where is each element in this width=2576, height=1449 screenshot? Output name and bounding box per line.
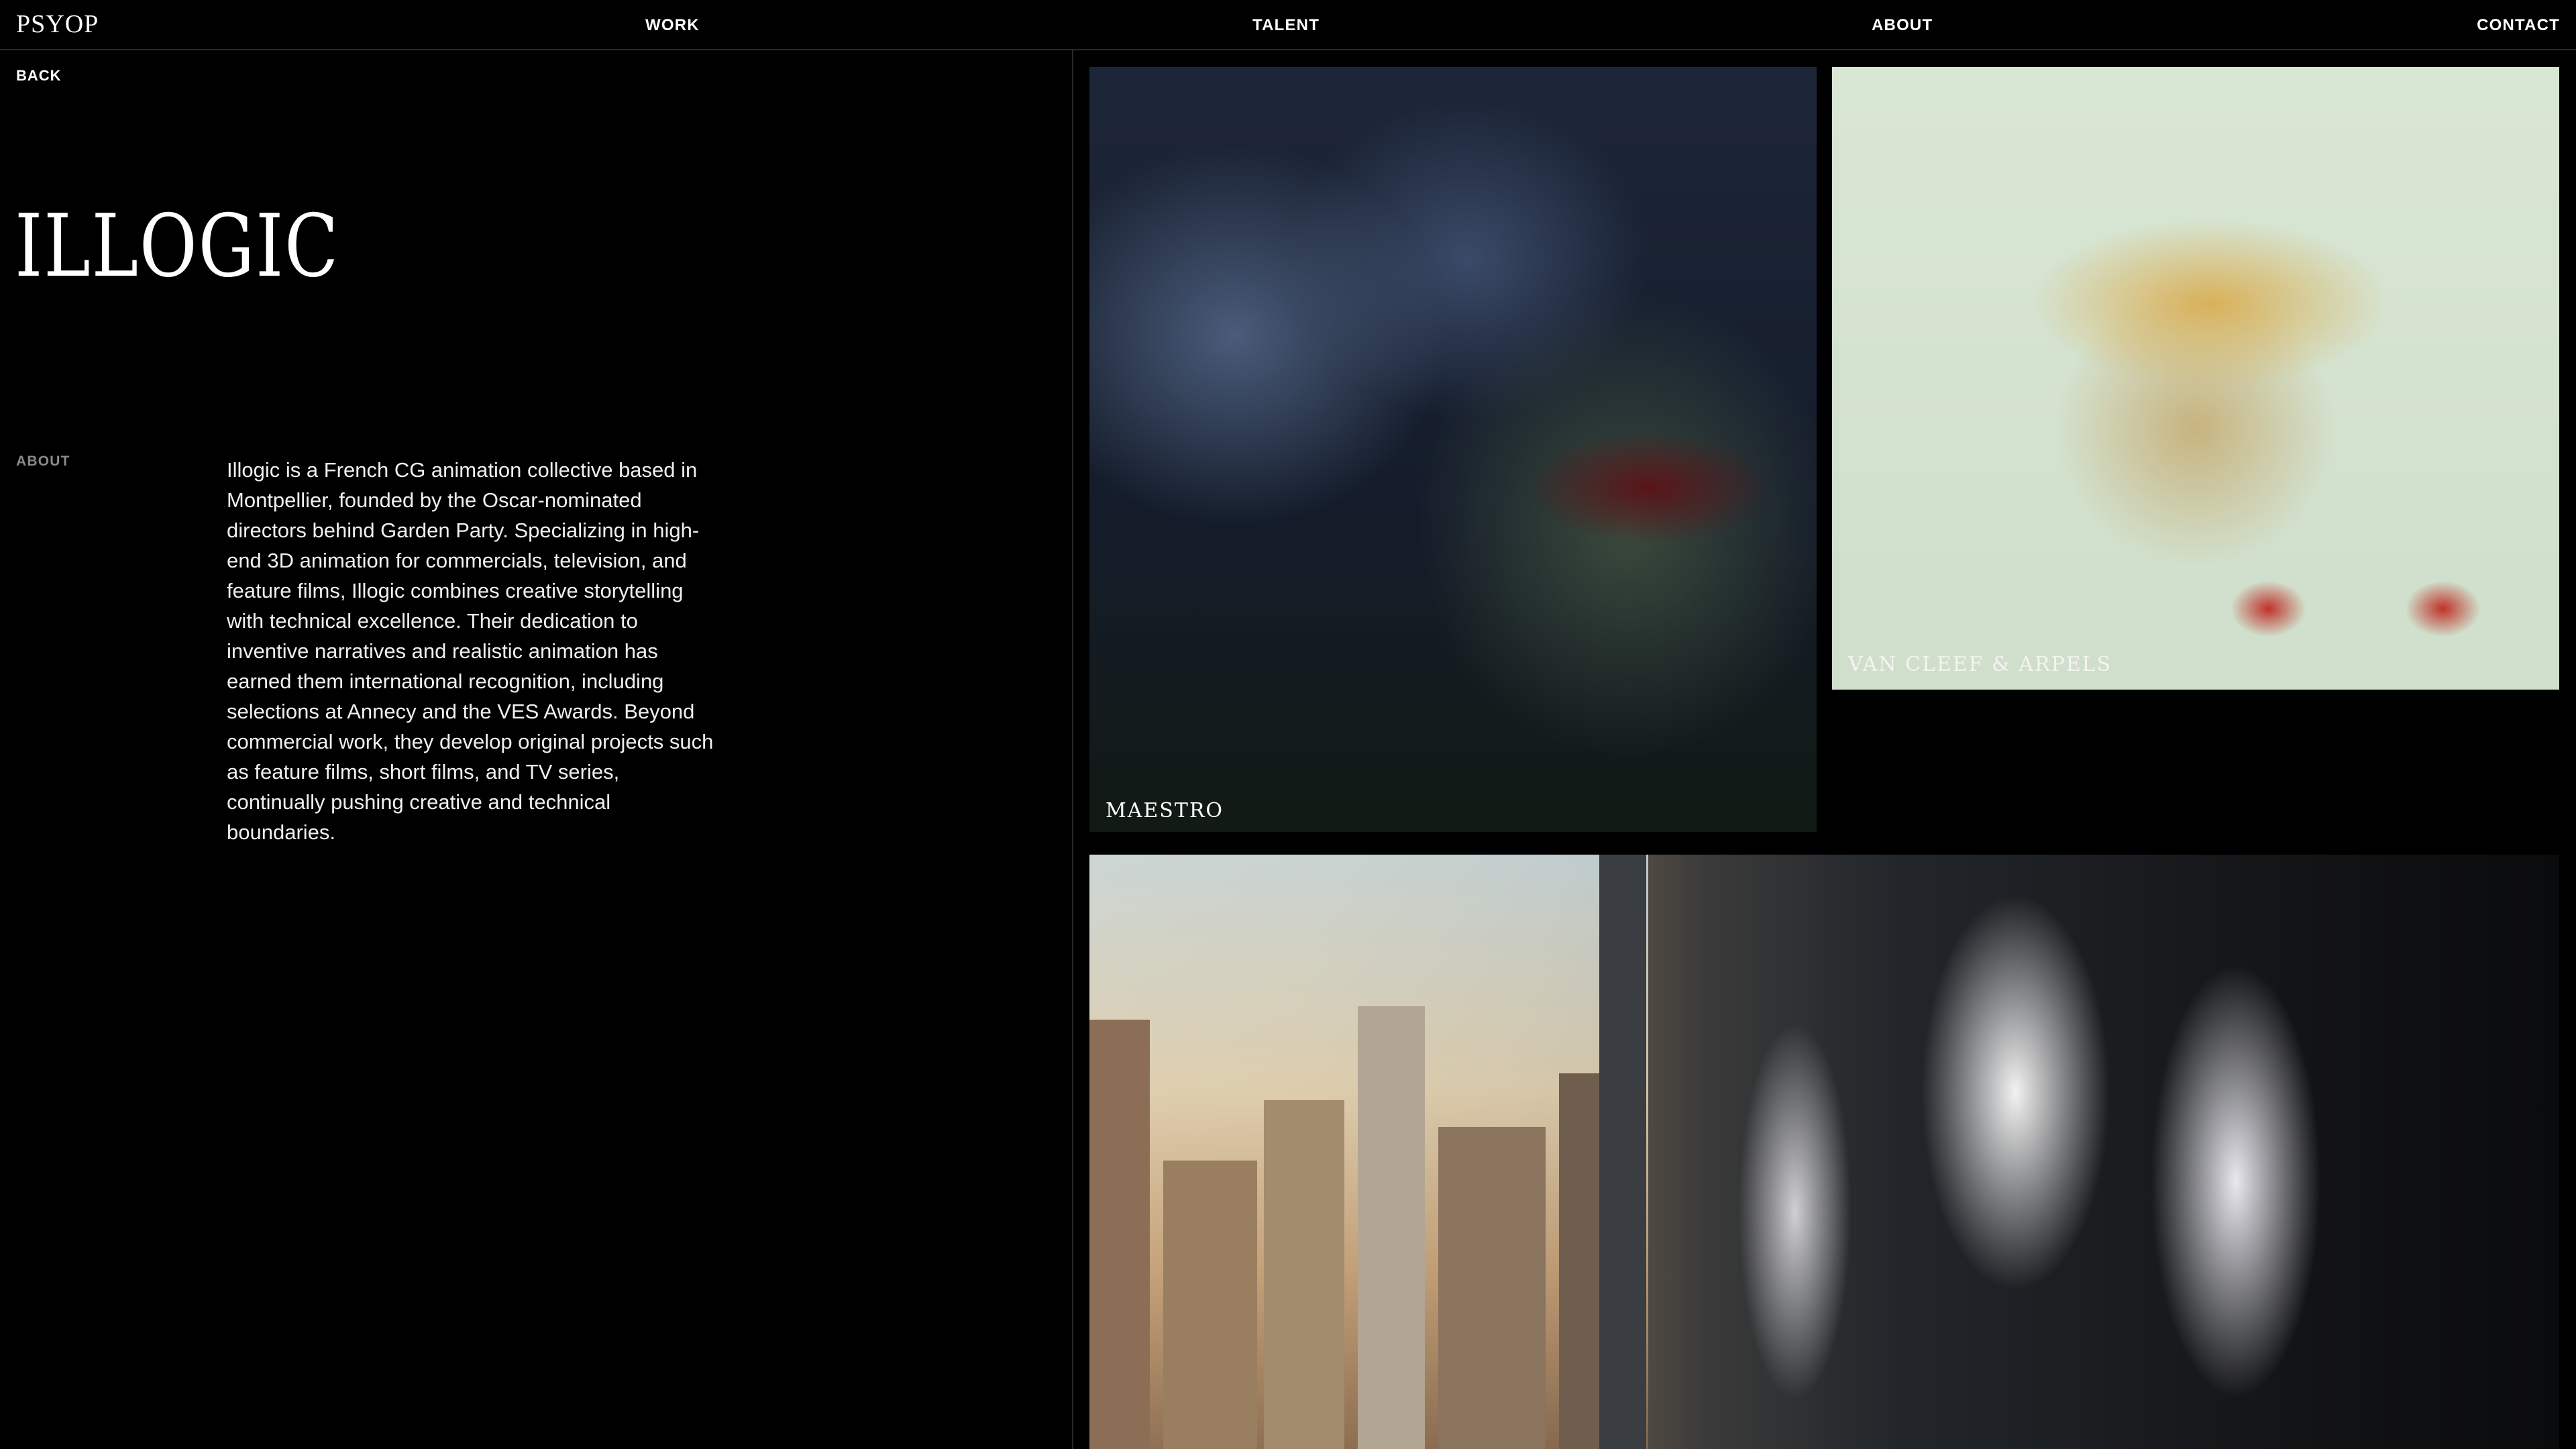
skyline-building [1599, 855, 1646, 1449]
skyline-building [1089, 1020, 1150, 1449]
psyop-logo[interactable]: PSYOP [16, 9, 99, 39]
top-navigation: PSYOP WORK TALENT ABOUT CONTACT [0, 0, 2576, 50]
skyline-building [1264, 1100, 1344, 1449]
about-description: Illogic is a French CG animation collect… [227, 458, 714, 844]
work-tile-skyline-jewelry[interactable] [1089, 855, 2559, 1449]
work-tile-van-cleef-arpels[interactable]: VAN CLEEF & ARPELS [1832, 67, 2559, 690]
column-divider [1072, 50, 1073, 1449]
work-tile-caption: MAESTRO [1106, 799, 1224, 822]
nav-contact-link[interactable]: CONTACT [2477, 16, 2560, 35]
nav-about-link[interactable]: ABOUT [1872, 16, 1933, 35]
about-section-label: ABOUT [16, 453, 70, 469]
back-link[interactable]: BACK [16, 67, 62, 85]
skyline-building [1358, 1006, 1425, 1449]
work-tile-caption: VAN CLEEF & ARPELS [1848, 653, 2112, 676]
nav-work-link[interactable]: WORK [645, 16, 700, 35]
nav-talent-link[interactable]: TALENT [1252, 16, 1320, 35]
skyline-building [1163, 1161, 1257, 1449]
skyline-building [1438, 1127, 1546, 1449]
work-tile-maestro[interactable]: MAESTRO [1089, 67, 1817, 832]
page-title: ILLOGIC [15, 197, 340, 297]
